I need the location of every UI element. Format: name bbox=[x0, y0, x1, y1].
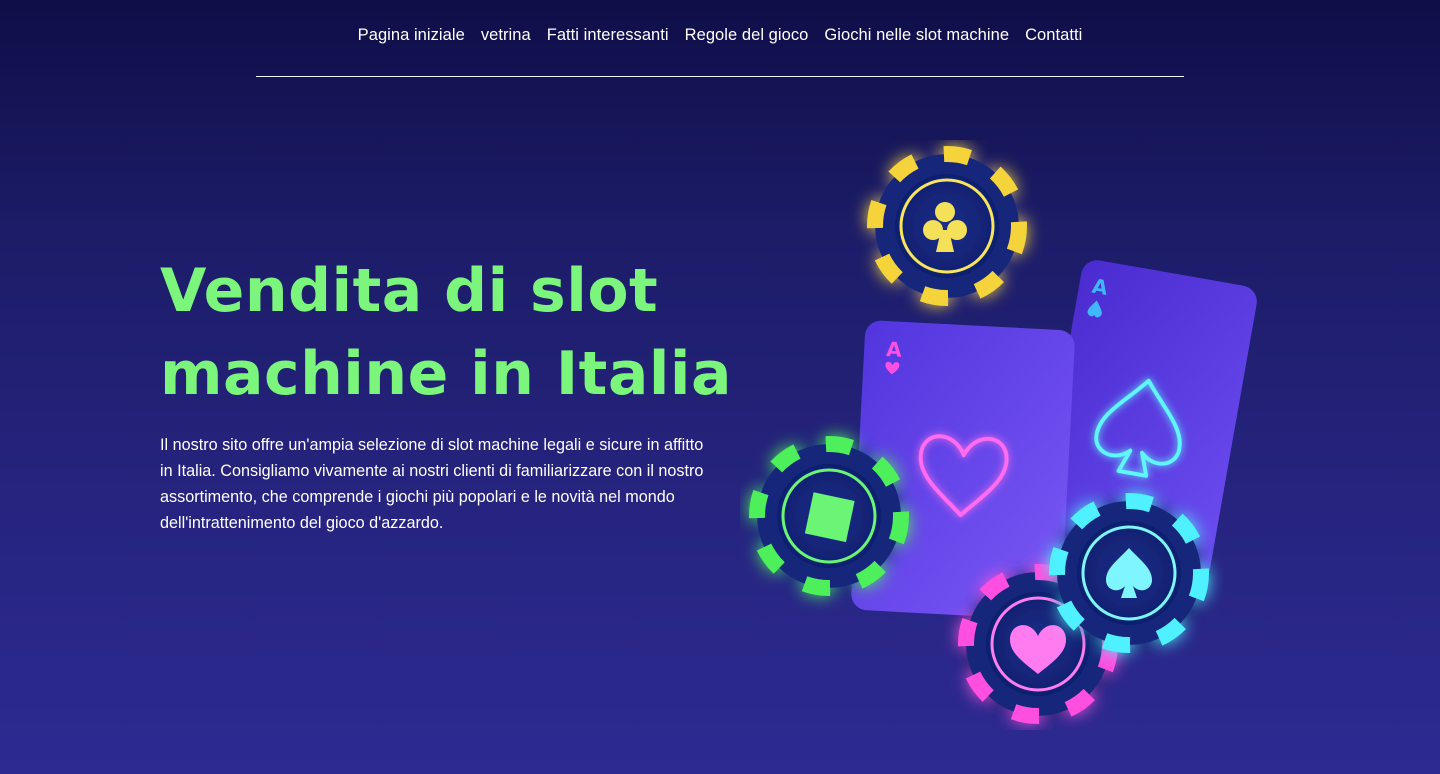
nav-link-home[interactable]: Pagina iniziale bbox=[358, 26, 465, 45]
nav-divider bbox=[256, 76, 1184, 77]
nav-link-interesting-facts[interactable]: Fatti interessanti bbox=[547, 26, 669, 45]
cyan-spade-chip bbox=[1049, 493, 1209, 653]
yellow-club-chip bbox=[867, 146, 1027, 306]
card-front-rank: A bbox=[886, 337, 903, 362]
main-navigation: Pagina iniziale vetrina Fatti interessan… bbox=[0, 26, 1440, 45]
hero-description: Il nostro sito offre un'ampia selezione … bbox=[160, 436, 704, 532]
nav-link-showcase[interactable]: vetrina bbox=[481, 26, 531, 45]
green-diamond-chip bbox=[749, 436, 909, 596]
hero-title: Vendita di slot machine in Italia bbox=[160, 256, 732, 409]
nav-link-contacts[interactable]: Contatti bbox=[1025, 26, 1082, 45]
diamond-icon bbox=[804, 492, 855, 543]
nav-link-slot-games[interactable]: Giochi nelle slot machine bbox=[824, 26, 1009, 45]
nav-link-game-rules[interactable]: Regole del gioco bbox=[685, 26, 809, 45]
casino-illustration: A A bbox=[740, 140, 1270, 730]
